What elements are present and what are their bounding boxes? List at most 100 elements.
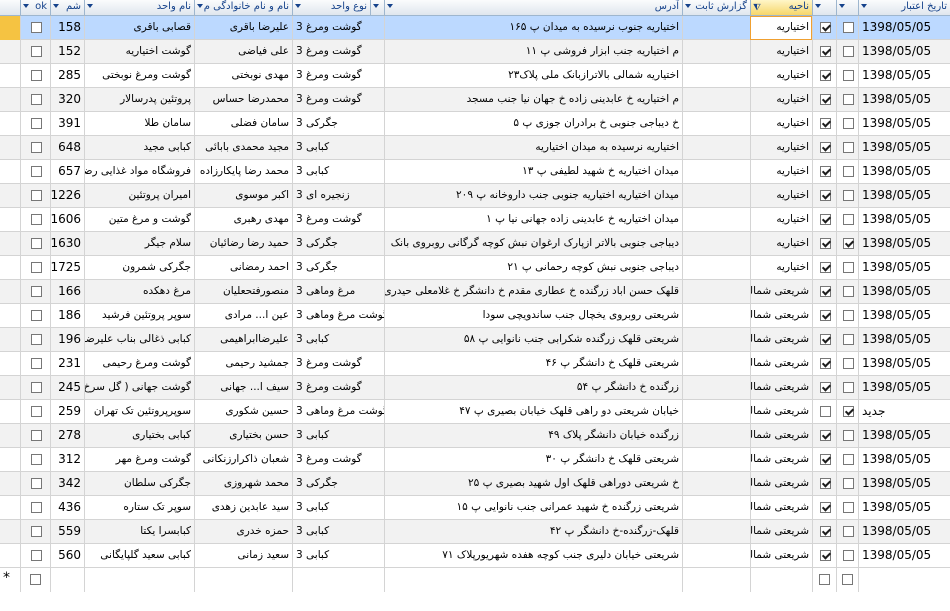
cell-unit[interactable]: گوشت ومرغ نوبختی xyxy=(84,64,194,88)
cell-region[interactable]: شریعتی شمالی xyxy=(750,424,812,448)
cell-report[interactable] xyxy=(682,472,750,496)
cell-num[interactable]: 648 xyxy=(50,136,84,160)
cell-unit[interactable]: مرغ دهکده xyxy=(84,280,194,304)
cell-owner[interactable]: شعبان ذاکرارزنکانی xyxy=(194,448,292,472)
column-header-type[interactable]: نوع واحد xyxy=(292,0,370,15)
cell-b[interactable] xyxy=(812,352,836,376)
cell-num[interactable]: 391 xyxy=(50,112,84,136)
checkbox-checked[interactable] xyxy=(820,94,831,105)
checkbox-unchecked[interactable] xyxy=(31,142,42,153)
record-selector[interactable] xyxy=(0,328,20,352)
cell-a[interactable] xyxy=(836,280,858,304)
checkbox-unchecked[interactable] xyxy=(31,334,42,345)
filter-icon[interactable]: ⧩ xyxy=(753,1,761,15)
column-header-num[interactable]: شم xyxy=(50,0,84,15)
cell-b[interactable] xyxy=(812,88,836,112)
cell-date[interactable]: 1398/05/05 xyxy=(858,160,950,184)
cell-owner[interactable]: حمزه خدری xyxy=(194,520,292,544)
record-selector[interactable] xyxy=(0,400,20,424)
cell-region[interactable]: شریعتی شمالی xyxy=(750,496,812,520)
cell-report[interactable] xyxy=(682,232,750,256)
checkbox-checked[interactable] xyxy=(820,286,831,297)
cell-owner[interactable]: حمید رضا رضائیان xyxy=(194,232,292,256)
cell-address[interactable]: زرگنده خیابان دانشگر پلاک ۴۹ xyxy=(384,424,682,448)
checkbox-checked[interactable] xyxy=(820,166,831,177)
record-selector[interactable] xyxy=(0,232,20,256)
checkbox-unchecked[interactable] xyxy=(843,550,854,561)
checkbox-unchecked[interactable] xyxy=(843,166,854,177)
cell-a[interactable] xyxy=(836,136,858,160)
checkbox-unchecked[interactable] xyxy=(843,334,854,345)
cell-unit[interactable]: سوپر تک ستاره xyxy=(84,496,194,520)
cell-type[interactable]: 3 کبابی xyxy=(292,424,384,448)
cell-b[interactable] xyxy=(812,448,836,472)
cell-a[interactable] xyxy=(836,256,858,280)
cell-region[interactable]: اختیاریه xyxy=(750,88,812,112)
cell-num[interactable]: 560 xyxy=(50,544,84,568)
checkbox-unchecked[interactable] xyxy=(843,70,854,81)
cell-date[interactable]: 1398/05/05 xyxy=(858,232,950,256)
checkbox-unchecked[interactable] xyxy=(31,406,42,417)
cell-date[interactable]: 1398/05/05 xyxy=(858,208,950,232)
new-row-owner-cell[interactable] xyxy=(194,568,292,592)
cell-ok[interactable] xyxy=(20,112,50,136)
cell-num[interactable]: 312 xyxy=(50,448,84,472)
cell-num[interactable]: 1725 xyxy=(50,256,84,280)
cell-address[interactable]: م اختیاریه خ عابدینی زاده خ جهان نیا جنب… xyxy=(384,88,682,112)
cell-b[interactable] xyxy=(812,136,836,160)
cell-unit[interactable]: گوشت ومرغ مهر xyxy=(84,448,194,472)
checkbox-unchecked[interactable] xyxy=(843,502,854,513)
cell-report[interactable] xyxy=(682,256,750,280)
cell-region[interactable]: شریعتی شمالی xyxy=(750,352,812,376)
table-row[interactable]: 1226 امیران پروتئین اکبر موسوی 3 زنجیره ای م… xyxy=(0,184,950,208)
cell-num[interactable]: 278 xyxy=(50,424,84,448)
cell-a[interactable] xyxy=(836,160,858,184)
cell-unit[interactable]: جگرکی شمرون xyxy=(84,256,194,280)
cell-a[interactable] xyxy=(836,304,858,328)
cell-a[interactable] xyxy=(836,208,858,232)
cell-report[interactable] xyxy=(682,352,750,376)
record-selector[interactable] xyxy=(0,280,20,304)
record-selector[interactable] xyxy=(0,376,20,400)
cell-unit[interactable]: سامان طلا xyxy=(84,112,194,136)
checkbox-checked[interactable] xyxy=(820,454,831,465)
cell-report[interactable] xyxy=(682,400,750,424)
cell-report[interactable] xyxy=(682,64,750,88)
cell-address[interactable]: شریعتی قلهک خ دانشگر پ ۴۶ xyxy=(384,352,682,376)
checkbox-unchecked[interactable] xyxy=(31,190,42,201)
table-row[interactable]: 1630 سلام جیگر حمید رضا رضائیان 3 جگرکی دیبا… xyxy=(0,232,950,256)
cell-owner[interactable]: علی فیاضی xyxy=(194,40,292,64)
dropdown-arrow-icon[interactable] xyxy=(295,4,301,8)
cell-report[interactable] xyxy=(682,136,750,160)
cell-region[interactable]: اختیاریه xyxy=(750,232,812,256)
cell-a[interactable] xyxy=(836,400,858,424)
cell-owner[interactable]: علیرضا باقری xyxy=(194,16,292,40)
cell-owner[interactable]: سعید زمانی xyxy=(194,544,292,568)
cell-unit[interactable]: امیران پروتئین xyxy=(84,184,194,208)
dropdown-arrow-icon[interactable] xyxy=(53,4,59,8)
checkbox-checked[interactable] xyxy=(820,70,831,81)
cell-unit[interactable]: گوشت ومرغ رحیمی xyxy=(84,352,194,376)
cell-a[interactable] xyxy=(836,64,858,88)
cell-num[interactable]: 186 xyxy=(50,304,84,328)
new-row-region-cell[interactable] xyxy=(750,568,812,592)
cell-region[interactable]: اختیاریه xyxy=(750,136,812,160)
column-header-check-a[interactable] xyxy=(836,0,858,15)
cell-report[interactable] xyxy=(682,208,750,232)
cell-region[interactable]: اختیاریه xyxy=(750,16,812,40)
cell-owner[interactable]: محمد شهروزی xyxy=(194,472,292,496)
checkbox-checked[interactable] xyxy=(820,214,831,225)
new-row-date-cell[interactable] xyxy=(858,568,950,592)
new-row-ok-checkbox[interactable] xyxy=(30,574,41,585)
cell-a[interactable] xyxy=(836,376,858,400)
cell-num[interactable]: 1606 xyxy=(50,208,84,232)
cell-type[interactable]: 3 کبابی xyxy=(292,544,384,568)
cell-owner[interactable]: عین ا... مرادی xyxy=(194,304,292,328)
cell-region[interactable]: شریعتی شمالی xyxy=(750,472,812,496)
cell-report[interactable] xyxy=(682,328,750,352)
cell-ok[interactable] xyxy=(20,376,50,400)
table-row[interactable]: 186 سوپر پروتئین فرشید عین ا... مرادی 3 گوش… xyxy=(0,304,950,328)
checkbox-unchecked[interactable] xyxy=(31,478,42,489)
cell-unit[interactable]: کبابی بختیاری xyxy=(84,424,194,448)
cell-b[interactable] xyxy=(812,232,836,256)
